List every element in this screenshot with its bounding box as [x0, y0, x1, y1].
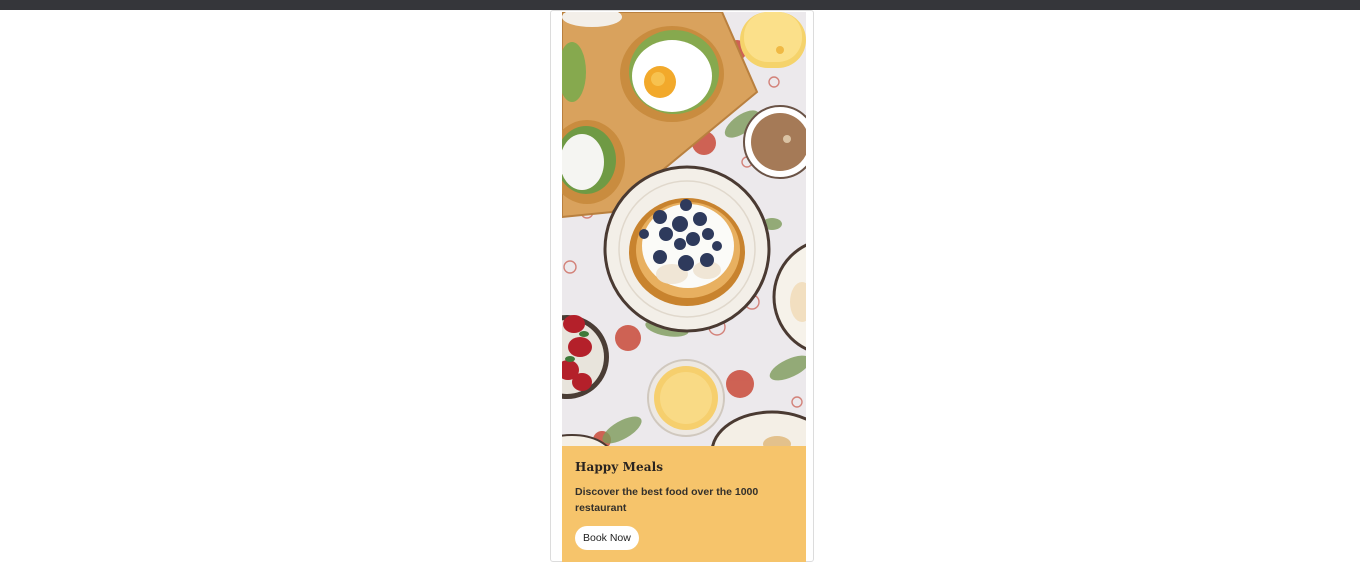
card-title: Happy Meals — [575, 460, 664, 474]
card-photo — [562, 12, 806, 446]
card-frame: Happy Meals Discover the best food over … — [550, 10, 814, 562]
book-now-button[interactable]: Book Now — [575, 526, 639, 550]
card-body: Happy Meals Discover the best food over … — [562, 446, 806, 562]
card-description: Discover the best food over the 1000 res… — [575, 486, 759, 514]
meal-card: Happy Meals Discover the best food over … — [562, 12, 806, 562]
browser-top-bar — [0, 0, 1360, 10]
